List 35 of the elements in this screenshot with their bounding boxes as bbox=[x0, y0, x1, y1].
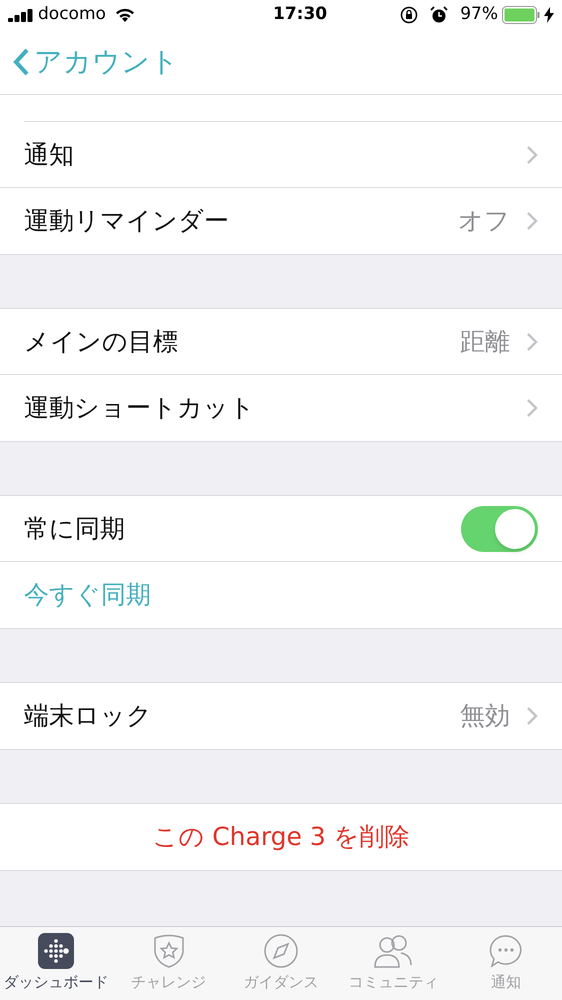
row-label: 常に同期 bbox=[24, 512, 126, 545]
row-label: 端末ロック bbox=[24, 700, 153, 732]
battery-percent: 97% bbox=[460, 3, 498, 26]
toggle-switch[interactable] bbox=[461, 506, 538, 552]
row-label: メインの目標 bbox=[24, 326, 179, 358]
chevron-icon bbox=[526, 332, 538, 352]
alarm-icon bbox=[430, 6, 448, 24]
chat-bubble-icon bbox=[488, 933, 524, 970]
row-value: 距離 bbox=[460, 326, 510, 358]
row-value: 無効 bbox=[460, 700, 510, 732]
tab-bar-item[interactable]: 通知 bbox=[450, 927, 562, 1000]
compass-icon bbox=[263, 933, 300, 970]
sync-now-link[interactable]: 今すぐ同期 bbox=[24, 576, 151, 614]
row-label: 運動ショートカット bbox=[24, 392, 256, 424]
chevron-icon bbox=[526, 398, 538, 418]
chevron-icon bbox=[526, 144, 538, 164]
signal-icon bbox=[8, 8, 34, 22]
tab-bar-item[interactable]: ダッシュボード bbox=[0, 927, 112, 1000]
rotation-lock-icon bbox=[400, 6, 418, 24]
row-label: 通知 bbox=[24, 138, 75, 171]
row-value: オフ bbox=[458, 205, 510, 238]
tab-bar-item[interactable]: チャレンジ bbox=[112, 927, 225, 1000]
people-icon bbox=[373, 933, 414, 970]
wifi-icon bbox=[114, 7, 136, 23]
tab-bar-item[interactable]: コミュニティ bbox=[337, 927, 450, 1000]
dashboard-icon bbox=[38, 933, 74, 970]
carrier-name: docomo bbox=[38, 3, 106, 26]
chevron-icon bbox=[526, 211, 538, 231]
charging-icon bbox=[544, 7, 554, 23]
tab-bar-item[interactable]: ガイダンス bbox=[224, 927, 338, 1000]
clock-time: 17:30 bbox=[272, 3, 328, 26]
chevron-icon bbox=[526, 706, 538, 726]
back-chevron-icon bbox=[12, 47, 30, 77]
battery-icon bbox=[502, 6, 540, 24]
row-label: 運動リマインダー bbox=[24, 205, 230, 238]
